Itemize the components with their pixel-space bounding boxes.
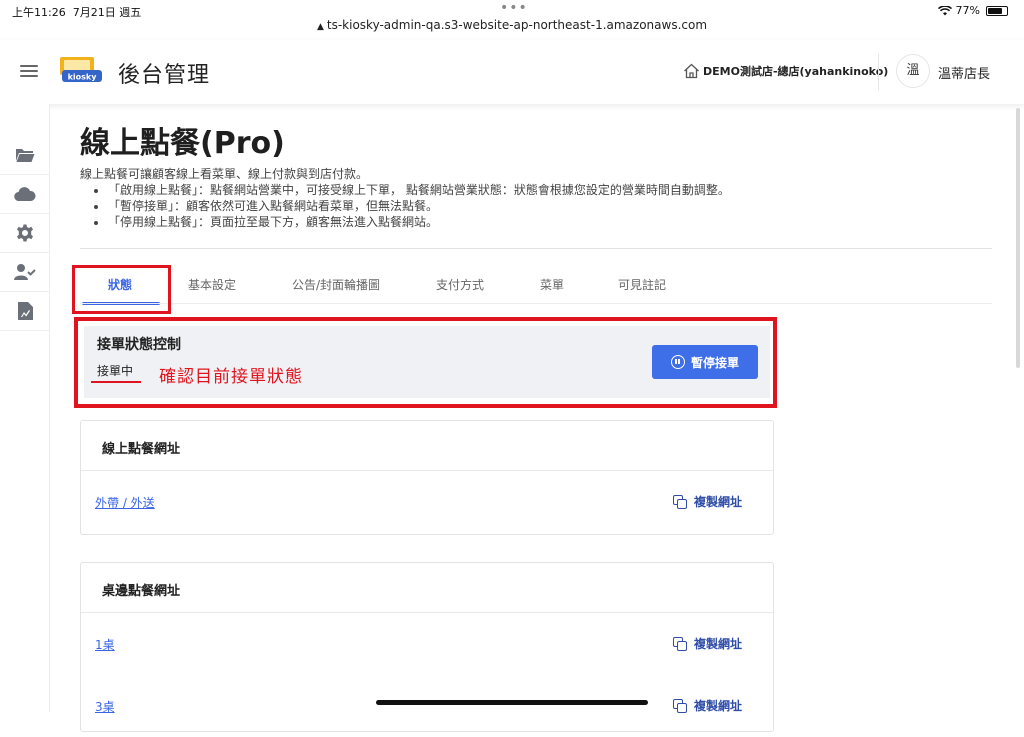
- copy-icon: [673, 699, 687, 713]
- table-1-link[interactable]: 1桌: [95, 636, 115, 653]
- status-indicators: 77%: [937, 4, 1008, 17]
- tab-menu[interactable]: 菜單: [532, 276, 572, 293]
- status-value: 接單中: [97, 364, 134, 378]
- desc-bullet-enable: 「啟用線上點餐」：點餐網站營業中，可接受線上下單， 點餐網站營業狀態：狀態會根據…: [108, 182, 980, 198]
- pause-orders-label: 暫停接單: [690, 355, 739, 370]
- menu-icon[interactable]: [20, 65, 38, 77]
- table-order-url-card: 桌邊點餐網址 1桌 複製網址 3桌 複製網址: [80, 562, 774, 732]
- copy-url-button-takeout[interactable]: 複製網址: [673, 493, 742, 510]
- user-name[interactable]: 溫蒂店長: [938, 63, 990, 82]
- url-row-table-3: 3桌 複製網址: [81, 675, 773, 737]
- multitask-dots-icon[interactable]: •••: [500, 0, 528, 16]
- cloud-icon: [14, 187, 36, 201]
- url-text: ts-kiosky-admin-qa.s3-website-ap-northea…: [326, 18, 708, 32]
- page-title: 線上點餐(Pro): [80, 126, 285, 161]
- online-url-card-title: 線上點餐網址: [81, 421, 773, 471]
- url-row-table-1: 1桌 複製網址: [81, 613, 773, 675]
- pause-icon: [670, 355, 685, 369]
- section-divider: [80, 248, 992, 249]
- desc-bullet-pause: 「暫停接單」：顧客依然可進入點餐網站看菜單，但無法點餐。: [108, 198, 980, 214]
- tab-payment-methods[interactable]: 支付方式: [428, 276, 492, 293]
- app-header: kiosky 後台管理 DEMO測試店-總店(yahankinoko) 溫 溫蒂…: [0, 40, 1024, 104]
- app-title: 後台管理: [118, 63, 211, 88]
- tab-basic-settings[interactable]: 基本設定: [182, 276, 242, 293]
- annotation-box-tab: [72, 265, 171, 314]
- copy-icon: [673, 637, 687, 651]
- svg-text:kiosky: kiosky: [68, 73, 98, 82]
- store-selector[interactable]: DEMO測試店-總店(yahankinoko): [683, 63, 888, 79]
- annotation-text: 確認目前接單狀態: [159, 367, 303, 387]
- sidebar: [0, 104, 50, 712]
- sidebar-item-users[interactable]: [0, 253, 50, 292]
- url-row-takeout: 外帶 / 外送 複製網址: [81, 471, 773, 533]
- folder-icon: [16, 149, 35, 162]
- table-3-link[interactable]: 3桌: [95, 698, 115, 715]
- copy-url-label: 複製網址: [694, 495, 743, 509]
- page-description: 線上點餐可讓顧客線上看菜單、線上付款與到店付款。 「啟用線上點餐」：點餐網站營業…: [80, 166, 980, 230]
- store-name: DEMO測試店-總店(yahankinoko): [703, 65, 889, 78]
- battery-percent: 77%: [955, 4, 980, 17]
- device-status-bar: 上午11:26 7月21日 週五 ••• 77%: [0, 0, 1024, 20]
- gear-icon: [17, 224, 33, 242]
- home-indicator[interactable]: [376, 700, 648, 705]
- table-url-card-title: 桌邊點餐網址: [81, 563, 773, 613]
- tab-announcement-banner[interactable]: 公告/封面輪播圖: [286, 276, 386, 293]
- pause-orders-button[interactable]: 暫停接單: [652, 345, 758, 379]
- tab-visible-notes[interactable]: 可見註記: [612, 276, 672, 293]
- copy-icon: [673, 495, 687, 509]
- annotation-underline: [91, 381, 141, 383]
- battery-icon: [986, 5, 1008, 16]
- tab-bar: 狀態 基本設定 公告/封面輪播圖 支付方式 菜單 可見註記: [80, 268, 780, 305]
- desc-bullet-disable: 「停用線上點餐」：頁面拉至最下方，顧客無法進入點餐網站。: [108, 214, 980, 230]
- page-intro: 線上點餐可讓顧客線上看菜單、線上付款與到店付款。: [80, 167, 369, 181]
- copy-url-label: 複製網址: [694, 699, 743, 713]
- takeout-delivery-link[interactable]: 外帶 / 外送: [95, 494, 155, 511]
- status-card-title: 接單狀態控制: [97, 337, 181, 353]
- kiosky-logo: kiosky: [60, 57, 102, 82]
- wifi-icon: [937, 5, 952, 15]
- sidebar-item-settings[interactable]: [0, 214, 50, 253]
- home-icon: [684, 63, 699, 79]
- report-icon: [17, 302, 33, 320]
- copy-url-button-table-3[interactable]: 複製網址: [673, 697, 742, 714]
- avatar[interactable]: 溫: [896, 54, 930, 88]
- copy-url-label: 複製網址: [694, 637, 743, 651]
- copy-url-button-table-1[interactable]: 複製網址: [673, 635, 742, 652]
- browser-url-bar[interactable]: ▲ ts-kiosky-admin-qa.s3-website-ap-northe…: [0, 18, 1024, 38]
- online-order-url-card: 線上點餐網址 外帶 / 外送 複製網址: [80, 420, 774, 535]
- header-divider: [878, 54, 879, 90]
- sidebar-item-cloud[interactable]: [0, 175, 50, 214]
- sidebar-item-reports[interactable]: [0, 292, 50, 331]
- lock-icon: ▲: [316, 22, 324, 32]
- scrollbar-thumb[interactable]: [1016, 108, 1020, 368]
- user-check-icon: [14, 264, 36, 280]
- sidebar-item-folder[interactable]: [0, 136, 50, 175]
- tab-bar-border: [80, 303, 992, 304]
- order-status-card: 接單狀態控制 接單中 確認目前接單狀態 暫停接單: [84, 326, 770, 398]
